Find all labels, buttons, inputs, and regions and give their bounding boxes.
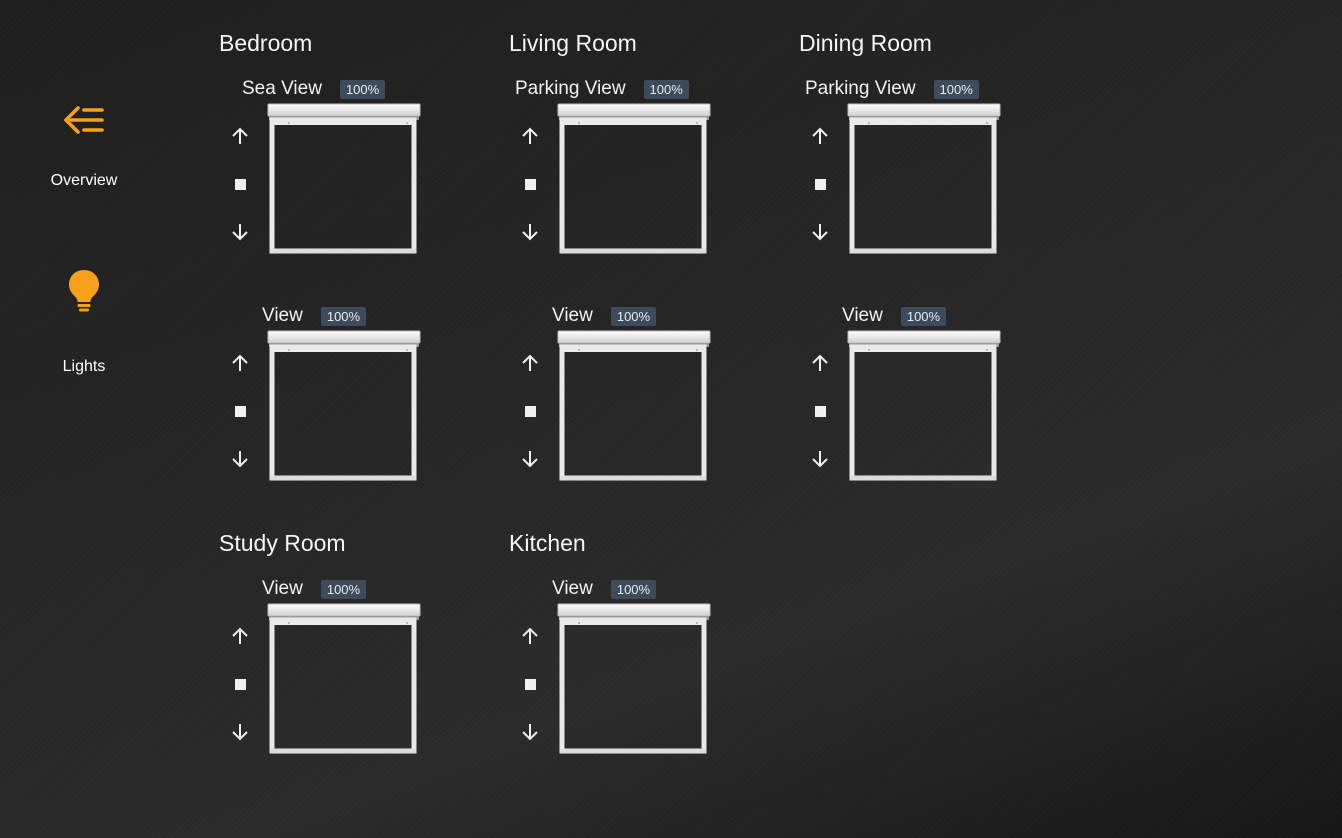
room-title: Living Room [509,30,637,56]
stop-blind-button[interactable] [229,173,251,195]
blind-control: View 100% [799,304,1009,484]
blinds-grid: Bedroom Sea View 100% View 100% Living R… [219,0,1319,838]
window-blind-visual[interactable] [267,603,421,755]
blind-name: View [552,578,593,599]
blind-name: Sea View [242,78,322,99]
position-badge: 100% [900,306,947,326]
sidebar: Overview Lights [0,0,168,838]
close-blind-button[interactable] [229,721,251,743]
arrow-down-icon [232,224,248,241]
arrow-down-icon [232,724,248,741]
blind-control: View 100% [509,577,719,757]
stop-icon [234,678,246,690]
window-blind-visual[interactable] [847,103,1001,255]
stop-icon [814,405,826,417]
stop-blind-button[interactable] [519,173,541,195]
position-badge: 100% [339,79,386,99]
arrow-up-icon [522,627,538,644]
open-blind-button[interactable] [519,352,541,374]
open-blind-button[interactable] [809,352,831,374]
arrow-up-icon [812,354,828,371]
room-title: Study Room [219,530,346,556]
arrow-down-icon [522,724,538,741]
window-blind-visual[interactable] [267,330,421,482]
blind-name: Parking View [515,78,626,99]
arrow-down-icon [812,224,828,241]
blind-name: View [552,305,593,326]
stop-icon [524,405,536,417]
stop-icon [524,678,536,690]
position-badge: 100% [320,579,367,599]
arrow-down-icon [812,451,828,468]
room-title: Bedroom [219,30,313,56]
stop-icon [234,178,246,190]
window-blind-visual[interactable] [847,330,1001,482]
back-menu-icon[interactable] [62,96,106,144]
arrow-up-icon [522,127,538,144]
room-title: Dining Room [799,30,932,56]
position-badge: 100% [933,79,979,99]
stop-blind-button[interactable] [519,673,541,695]
open-blind-button[interactable] [519,125,541,147]
arrow-up-icon [522,354,538,371]
position-badge: 100% [320,306,367,326]
position-badge: 100% [610,579,657,599]
arrow-up-icon [812,127,828,144]
arrow-down-icon [522,451,538,468]
window-blind-visual[interactable] [557,603,711,755]
stop-blind-button[interactable] [229,673,251,695]
sidebar-item-overview[interactable]: Overview [0,96,168,190]
stop-icon [814,178,826,190]
lightbulb-icon[interactable] [67,266,101,314]
close-blind-button[interactable] [229,221,251,243]
sidebar-item-label: Lights [62,358,106,375]
blind-control: View 100% [219,577,429,757]
close-blind-button[interactable] [809,221,831,243]
blind-control: View 100% [219,304,429,484]
blind-control: View 100% [509,304,719,484]
position-badge: 100% [610,306,657,326]
close-blind-button[interactable] [519,448,541,470]
open-blind-button[interactable] [229,352,251,374]
stop-blind-button[interactable] [519,400,541,422]
close-blind-button[interactable] [519,221,541,243]
room-title: Kitchen [509,530,586,556]
stop-blind-button[interactable] [809,173,831,195]
blind-control: Parking View 100% [509,77,719,257]
stop-icon [524,178,536,190]
arrow-up-icon [232,354,248,371]
arrow-down-icon [232,451,248,468]
blind-name: View [842,305,883,326]
sidebar-item-lights[interactable]: Lights [0,266,168,376]
stop-icon [234,405,246,417]
close-blind-button[interactable] [519,721,541,743]
close-blind-button[interactable] [229,448,251,470]
arrow-up-icon [232,627,248,644]
blind-name: View [262,305,303,326]
window-blind-visual[interactable] [557,103,711,255]
open-blind-button[interactable] [229,125,251,147]
blind-name: Parking View [805,78,916,99]
position-badge: 100% [643,79,689,99]
blind-control: Sea View 100% [219,77,429,257]
arrow-down-icon [522,224,538,241]
close-blind-button[interactable] [809,448,831,470]
blind-name: View [262,578,303,599]
open-blind-button[interactable] [809,125,831,147]
stop-blind-button[interactable] [809,400,831,422]
window-blind-visual[interactable] [267,103,421,255]
open-blind-button[interactable] [519,625,541,647]
open-blind-button[interactable] [229,625,251,647]
window-blind-visual[interactable] [557,330,711,482]
stop-blind-button[interactable] [229,400,251,422]
arrow-up-icon [232,127,248,144]
sidebar-item-label: Overview [50,172,118,189]
blind-control: Parking View 100% [799,77,1009,257]
